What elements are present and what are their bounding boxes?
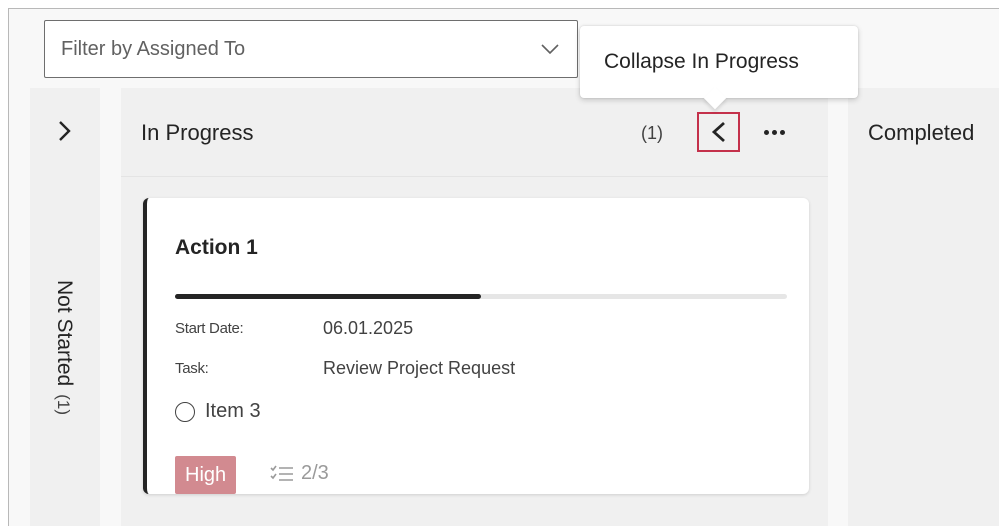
- column-in-progress-count: (1): [641, 123, 663, 143]
- progress-bar: [175, 294, 787, 299]
- start-date-label: Start Date:: [175, 320, 244, 337]
- chevron-right-icon[interactable]: [54, 118, 76, 144]
- more-dot: [780, 130, 785, 135]
- task-card[interactable]: Action 1 Start Date: 06.01.2025 Task: Re…: [143, 198, 809, 494]
- chevron-down-icon: [541, 44, 559, 55]
- column-not-started-count: (1): [54, 394, 73, 416]
- checklist-item-label: Item 3: [205, 400, 261, 422]
- column-not-started-label: Not Started (1): [52, 280, 76, 415]
- card-title: Action 1: [175, 236, 258, 259]
- column-completed: Completed: [848, 88, 999, 526]
- column-divider: [121, 176, 828, 177]
- filter-placeholder: Filter by Assigned To: [61, 37, 246, 60]
- progress-fill: [175, 294, 481, 299]
- column-not-started-collapsed: Not Started (1): [30, 88, 100, 526]
- task-label: Task:: [175, 360, 209, 377]
- column-not-started-title: Not Started: [53, 280, 76, 387]
- collapse-column-button[interactable]: [697, 112, 740, 152]
- task-value: Review Project Request: [323, 358, 516, 378]
- checklist-icon: [270, 465, 293, 481]
- column-completed-title: Completed: [868, 120, 975, 145]
- collapse-tooltip: Collapse In Progress: [580, 26, 858, 110]
- column-in-progress: In Progress (1) Action 1 Start Date: 06.…: [121, 88, 828, 526]
- radio-circle-icon[interactable]: [175, 401, 195, 422]
- column-completed-header: Completed: [848, 88, 999, 176]
- checklist-item[interactable]: Item 3: [175, 400, 261, 423]
- more-options-button[interactable]: [764, 122, 794, 136]
- chevron-left-icon: [711, 121, 725, 143]
- more-horizontal-icon: [764, 130, 769, 135]
- more-dot: [772, 130, 777, 135]
- tooltip-text: Collapse In Progress: [604, 50, 799, 73]
- checklist-summary: 2/3: [269, 462, 329, 485]
- start-date-value: 06.01.2025: [323, 318, 414, 338]
- column-in-progress-title: In Progress: [141, 120, 254, 145]
- filter-assigned-to-dropdown[interactable]: Filter by Assigned To: [44, 20, 578, 78]
- priority-badge: High: [175, 456, 237, 494]
- checklist-count: 2/3: [301, 462, 329, 484]
